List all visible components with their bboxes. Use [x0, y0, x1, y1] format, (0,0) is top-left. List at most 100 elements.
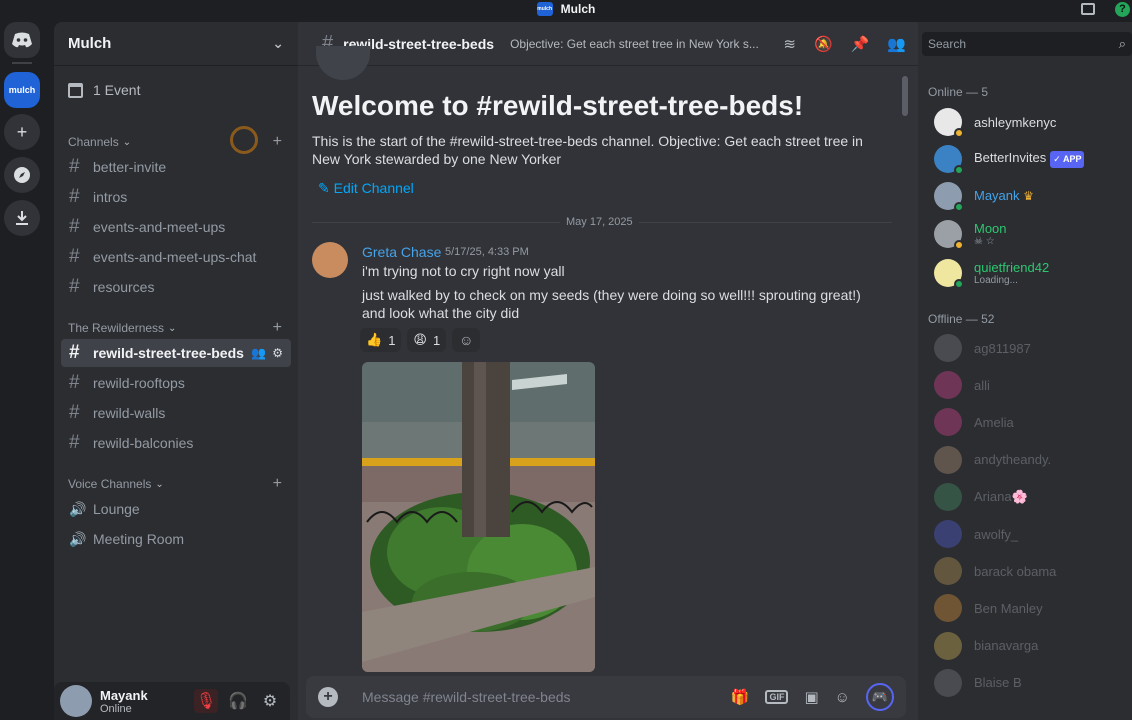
gift-icon[interactable]: 🎁: [731, 688, 750, 706]
channel-events-and-meet-ups-chat[interactable]: # events-and-meet-ups-chat: [61, 243, 291, 271]
channel-rewild-street-tree-beds[interactable]: # rewild-street-tree-beds 👥 ⚙: [61, 339, 291, 367]
create-channel-icon[interactable]: +: [273, 475, 282, 493]
channel-header: # rewild-street-tree-beds Objective: Get…: [298, 22, 918, 66]
chevron-down-icon: ⌄: [272, 35, 284, 51]
activities-icon[interactable]: 🎮: [866, 683, 894, 711]
channel-label: intros: [93, 189, 128, 205]
server-mulch[interactable]: mulch: [4, 72, 40, 108]
channel-events-and-meet-ups[interactable]: # events-and-meet-ups: [61, 213, 291, 241]
channel-sidebar: Mulch ⌄ 1 Event Channels ⌄ + # better-invi…: [54, 22, 298, 720]
inbox-icon[interactable]: [1081, 3, 1095, 15]
member-online[interactable]: quietfriend42 Loading...: [934, 257, 1124, 289]
status-dot: [954, 202, 964, 212]
message-image-attachment[interactable]: [362, 362, 595, 672]
create-channel-icon[interactable]: +: [273, 319, 282, 337]
events-link[interactable]: 1 Event: [68, 82, 140, 98]
avatar: [934, 408, 962, 437]
invite-icon[interactable]: 👥: [251, 346, 266, 360]
member-offline[interactable]: barack obama: [934, 555, 1124, 587]
member-offline[interactable]: Blaise B: [934, 667, 1124, 699]
channel-label: Meeting Room: [93, 531, 185, 547]
voice-channel-lounge[interactable]: 🔊 Lounge: [61, 495, 291, 523]
discord-window: mulch Mulch ? mulch + Mulch ⌄ 1 Event Ch…: [0, 0, 1132, 720]
mic-muted-icon[interactable]: 🎙: [194, 689, 218, 713]
avatar: [934, 631, 962, 660]
message-line: i'm trying not to cry right now yall: [362, 263, 565, 279]
explore-icon[interactable]: [4, 157, 40, 193]
create-channel-icon[interactable]: +: [273, 133, 282, 151]
settings-icon[interactable]: ⚙: [258, 689, 282, 713]
server-header[interactable]: Mulch ⌄: [54, 22, 298, 66]
member-offline[interactable]: Ariana🌸: [934, 481, 1124, 513]
category-channels[interactable]: Channels ⌄ +: [68, 133, 282, 151]
emoji-icon[interactable]: ☺: [835, 689, 850, 706]
avatar: [934, 108, 964, 138]
rail-separator: [12, 62, 32, 64]
reaction-emoji: 😩: [413, 332, 427, 347]
member-offline[interactable]: Ben Manley: [934, 592, 1124, 624]
reactions: 👍 1 😩 1 ☺: [360, 328, 481, 352]
member-name: barack obama: [974, 563, 1057, 579]
pin-icon[interactable]: 📌: [851, 35, 870, 53]
member-name: Ariana🌸: [974, 489, 1028, 505]
member-online[interactable]: Mayank ♛: [934, 180, 1124, 212]
channel-welcome-icon: [316, 46, 370, 80]
member-name: Amelia: [974, 414, 1014, 430]
category-voice-channels[interactable]: Voice Channels ⌄ +: [68, 475, 282, 493]
member-name: Ben Manley: [974, 600, 1043, 616]
reaction-thumbs-up[interactable]: 👍 1: [360, 328, 402, 352]
member-list-icon[interactable]: 👥: [887, 35, 906, 53]
channel-intros[interactable]: # intros: [61, 183, 291, 211]
search-icon: ⌕: [1118, 36, 1126, 51]
edit-channel-link[interactable]: ✎ Edit Channel: [318, 180, 414, 197]
channel-rewild-rooftops[interactable]: # rewild-rooftops: [61, 369, 291, 397]
search-input[interactable]: Search ⌕: [922, 32, 1132, 56]
member-online[interactable]: BetterInvites ✓ APP: [934, 143, 1124, 175]
scrollbar[interactable]: [902, 76, 908, 116]
member-offline[interactable]: Amelia: [934, 406, 1124, 438]
attach-plus-icon[interactable]: +: [318, 687, 338, 707]
gif-icon[interactable]: GIF: [765, 690, 789, 704]
channel-label: Lounge: [93, 501, 140, 517]
reaction-weary[interactable]: 😩 1: [407, 328, 447, 352]
member-offline[interactable]: bianavarga: [934, 630, 1124, 662]
category-rewilderness[interactable]: The Rewilderness ⌄ +: [68, 319, 282, 337]
channel-resources[interactable]: # resources: [61, 273, 291, 301]
notifications-muted-icon[interactable]: 🔕: [814, 35, 833, 53]
channel-rewild-balconies[interactable]: # rewild-balconies: [61, 429, 291, 457]
threads-icon[interactable]: ≋: [783, 35, 796, 53]
channel-better-invite[interactable]: # better-invite: [61, 153, 291, 181]
avatar[interactable]: [60, 685, 92, 717]
avatar: [934, 482, 962, 511]
avatar: [934, 445, 962, 474]
discord-home-icon[interactable]: [4, 22, 40, 58]
member-offline[interactable]: alli: [934, 369, 1124, 401]
message-composer[interactable]: + Message #rewild-street-tree-beds 🎁 GIF…: [306, 676, 906, 718]
channel-label: events-and-meet-ups: [93, 219, 226, 235]
member-offline[interactable]: ag811987: [934, 332, 1124, 364]
headphones-icon[interactable]: 🎧: [226, 689, 250, 713]
app-badge: ✓ APP: [1050, 150, 1085, 168]
chat-area: # rewild-street-tree-beds Objective: Get…: [298, 22, 918, 720]
member-name: alli: [974, 377, 990, 393]
message-input[interactable]: Message #rewild-street-tree-beds: [362, 689, 571, 705]
gear-icon[interactable]: ⚙: [272, 346, 283, 360]
message-author[interactable]: Greta Chase: [362, 244, 441, 260]
sticker-icon[interactable]: ▣: [804, 688, 818, 706]
reaction-emoji: 👍: [366, 332, 383, 347]
channel-rewild-walls[interactable]: # rewild-walls: [61, 399, 291, 427]
member-online[interactable]: Moon ☠ ☆: [934, 218, 1124, 250]
avatar: [934, 220, 964, 250]
download-icon[interactable]: [4, 200, 40, 236]
avatar: [934, 520, 962, 548]
speaker-icon: 🔊: [69, 530, 87, 547]
avatar[interactable]: [312, 242, 348, 278]
voice-channel-meeting-room[interactable]: 🔊 Meeting Room: [61, 525, 291, 553]
add-server-icon[interactable]: +: [4, 114, 40, 150]
member-online[interactable]: ashleymkenyc: [934, 106, 1124, 138]
member-offline[interactable]: awolfy_: [934, 518, 1124, 550]
member-offline[interactable]: andytheandy.: [934, 444, 1124, 476]
add-reaction-icon[interactable]: ☺: [452, 328, 481, 352]
channel-topic[interactable]: Objective: Get each street tree in New Y…: [510, 37, 760, 51]
help-icon[interactable]: ?: [1115, 1, 1130, 17]
